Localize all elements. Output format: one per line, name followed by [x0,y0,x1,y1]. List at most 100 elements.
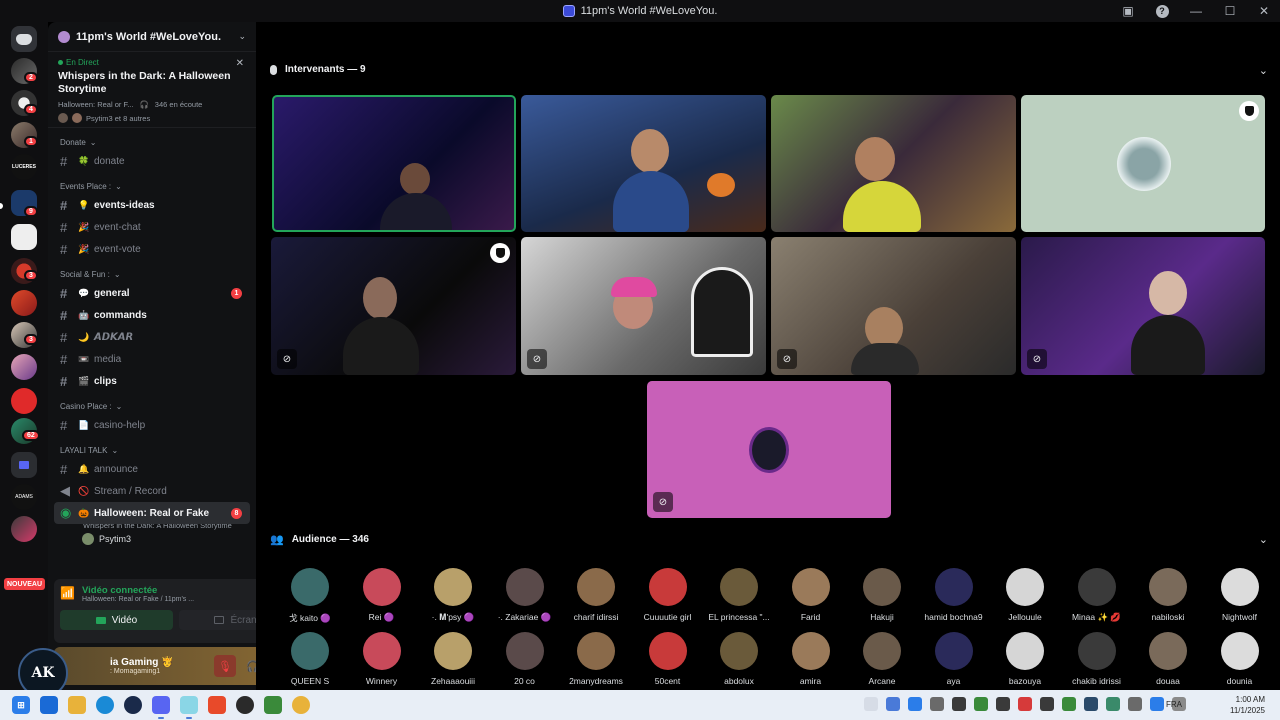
audience-member[interactable]: 戈 kaito 🟣 [274,568,346,624]
audience-member[interactable]: charif idirssi [560,568,632,622]
discord-icon[interactable] [152,696,170,719]
category-header[interactable]: Social & Fun : ⌄ [54,266,250,282]
folder-icon[interactable] [11,452,37,478]
text-channel[interactable]: # 🍀 donate [54,150,250,172]
text-channel[interactable]: # 🎬 clips [54,370,250,392]
audience-member[interactable]: dounia [1204,632,1276,686]
audience-member[interactable]: amira [775,632,847,686]
clock[interactable]: 1:00 AM 11/1/2025 [1230,694,1265,716]
audience-member[interactable]: Winnery [346,632,418,686]
audience-header[interactable]: 👥 Audience — 346 [270,533,369,546]
tray-chevron-icon[interactable] [864,697,878,711]
help-icon[interactable]: ? [1154,3,1170,19]
category-header[interactable]: Events Place : ⌄ [54,178,250,194]
speaker-tile[interactable]: ⊘ [1021,237,1265,375]
app-icon[interactable] [236,696,254,714]
language-indicator[interactable]: FRA [1166,700,1182,709]
text-channel[interactable]: # 💬 general 1 [54,282,250,304]
server-icon[interactable] [11,290,37,316]
audience-member[interactable]: chakib idrissi [1061,632,1133,686]
tray-icon[interactable] [1106,697,1120,711]
audience-member[interactable]: ·. Zakariae 🟣 [489,568,561,623]
server-icon[interactable]: ADAMS [11,484,37,510]
text-channel[interactable]: # 🎉 event-chat [54,216,250,238]
tray-icon[interactable] [1040,697,1054,711]
chrome-icon[interactable] [292,696,310,714]
text-channel[interactable]: # 🌙 𝘼𝘿𝙆𝘼𝙍 [54,326,250,348]
server-icon[interactable]: LUCERES [11,154,37,180]
audience-member[interactable]: abdolux [703,632,775,686]
text-channel[interactable]: # 🎉 event-vote [54,238,250,260]
category-header[interactable]: LAYALI TALK ⌄ [54,442,250,458]
tray-icon[interactable] [1084,697,1098,711]
close-icon[interactable]: ✕ [236,58,244,69]
speaker-tile[interactable] [1021,95,1265,232]
audience-member[interactable]: QUEEN S [274,632,346,686]
audience-member[interactable]: douaa [1132,632,1204,686]
audience-member[interactable]: Nightwolf [1204,568,1276,622]
mic-muted-icon[interactable]: 🎙 [214,655,236,677]
speaker-tile[interactable] [272,95,516,232]
text-channel[interactable]: # 💡 events-ideas [54,194,250,216]
audience-member[interactable]: Rei 🟣 [346,568,418,623]
speaker-tile[interactable]: ⊘ [271,237,516,375]
screen-share-button[interactable]: Écran [179,610,256,630]
chevron-down-icon[interactable]: ⌄ [1259,64,1268,77]
text-channel[interactable]: # 🤖 commands [54,304,250,326]
audience-member[interactable]: Farid [775,568,847,622]
audience-member[interactable]: aya [918,632,990,686]
category-header[interactable]: Casino Place : ⌄ [54,398,250,414]
audience-member[interactable]: Jellouule [989,568,1061,622]
tray-icon[interactable] [1150,697,1164,711]
maximize-button[interactable]: ☐ [1222,3,1238,19]
speaker-tile[interactable]: ⊘ [771,237,1016,375]
audience-member[interactable]: ·. 𝐌'psy 🟣 [417,568,489,623]
audience-member[interactable]: 20 co [489,632,561,686]
start-icon[interactable]: ⊞ [12,696,30,714]
steam-icon[interactable] [124,696,142,714]
text-channel[interactable]: # 🔔 announce [54,458,250,480]
close-window-button[interactable]: ✕ [1256,3,1272,19]
speaker-tile[interactable] [521,95,766,232]
tray-icon[interactable] [908,697,922,711]
voice-user[interactable]: Psytim3 [54,530,250,548]
signal-icon[interactable]: 📶 [60,586,76,602]
tray-icon[interactable] [996,697,1010,711]
user-name[interactable]: ia Gaming 🫅 [110,657,174,668]
audience-member[interactable]: 2manydreams [560,632,632,686]
audience-member[interactable]: Zehaaaouiii [417,632,489,686]
audience-member[interactable]: nabiloski [1132,568,1204,622]
audience-member[interactable]: 50cent [632,632,704,686]
server-icon[interactable] [11,354,37,380]
headphones-icon[interactable]: 🎧 [242,655,256,677]
speaker-tile[interactable] [771,95,1016,232]
nvidia-icon[interactable] [264,696,282,714]
audience-member[interactable]: Cuuuutie girl [632,568,704,622]
chevron-down-icon[interactable]: ⌄ [238,31,246,42]
speaker-tile[interactable]: ⊘ [521,237,766,375]
tray-icon[interactable] [886,697,900,711]
inbox-icon[interactable]: ▣ [1120,3,1136,19]
audience-member[interactable]: bazouya [989,632,1061,686]
audience-member[interactable]: hamid bochna9 [918,568,990,622]
tray-icon[interactable] [974,697,988,711]
server-icon[interactable] [11,388,37,414]
voice-channel[interactable]: ◀ 🚫 Stream / Record [54,480,250,502]
audience-member[interactable]: Hakuji [846,568,918,622]
app-icon[interactable] [180,696,198,719]
video-button[interactable]: Vidéo [60,610,173,630]
category-header[interactable]: Donate ⌄ [54,134,250,150]
server-header[interactable]: 11pm's World #WeLoveYou. ⌄ [48,22,256,52]
chevron-down-icon[interactable]: ⌄ [1259,533,1268,546]
brave-icon[interactable] [208,696,226,714]
audience-member[interactable]: EL princessa "... [703,568,775,622]
discord-home-icon[interactable] [11,26,37,52]
app-icon[interactable] [40,696,58,714]
tray-icon[interactable] [952,697,966,711]
server-icon[interactable] [11,516,37,542]
speaker-tile[interactable]: ⊘ [647,381,891,518]
audience-member[interactable]: Arcane [846,632,918,686]
text-channel[interactable]: # 📼 media [54,348,250,370]
text-channel[interactable]: # 📄 casino-help [54,414,250,436]
tray-icon[interactable] [1018,697,1032,711]
